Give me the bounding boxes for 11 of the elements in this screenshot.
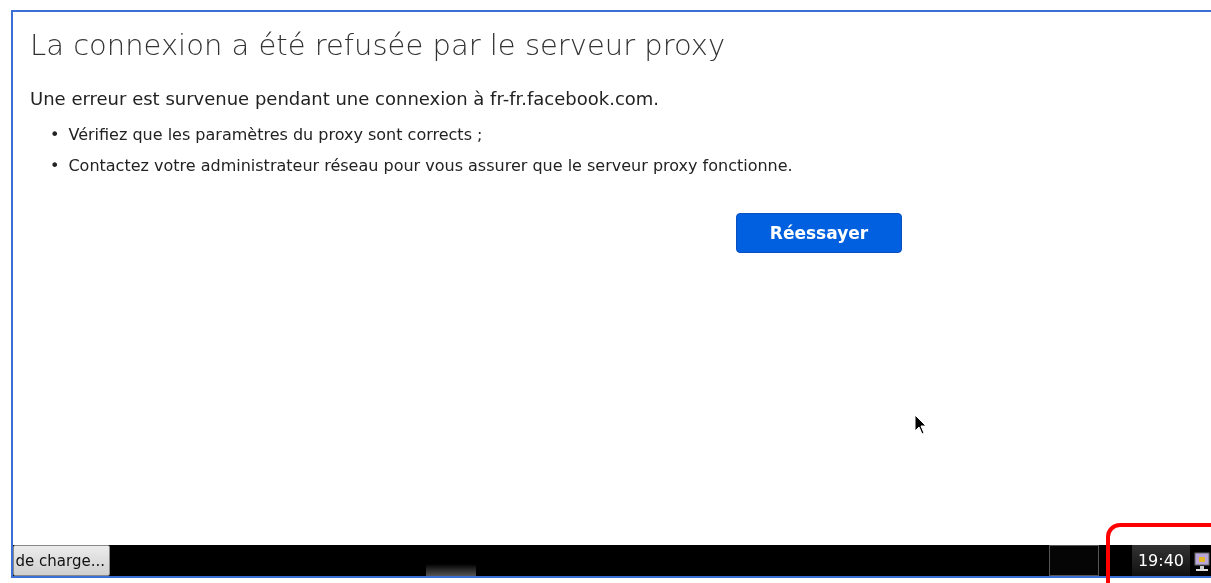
error-message: Une erreur est survenue pendant une connexion à fr-fr.facebook.com. bbox=[30, 88, 661, 109]
clock: 19:40 bbox=[1132, 545, 1190, 576]
taskbar-button[interactable]: de charge... bbox=[13, 545, 110, 576]
tip-text: Vérifiez que les paramètres du proxy sont corrects ; bbox=[68, 125, 483, 144]
bullet: • bbox=[50, 156, 60, 175]
tip-text: Contactez votre administrateur réseau pour vous assurer que le serveur proxy fonctionne. bbox=[68, 156, 793, 175]
dock-handle bbox=[426, 564, 476, 576]
cursor-icon bbox=[914, 414, 928, 436]
retry-button[interactable]: Réessayer bbox=[736, 213, 902, 253]
bullet: • bbox=[50, 125, 60, 144]
page-title: La connexion a été refusée par le serveur proxy bbox=[30, 28, 727, 62]
